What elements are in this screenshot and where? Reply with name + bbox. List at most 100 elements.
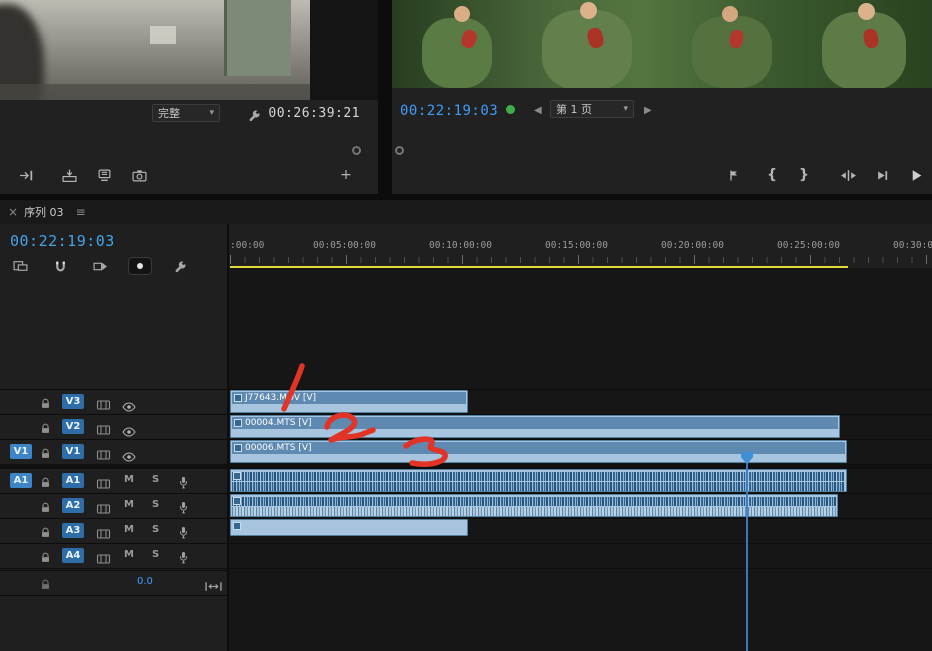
sync-lock-icon[interactable] xyxy=(96,421,111,440)
source-video-preview[interactable] xyxy=(0,0,378,100)
source-patch-badge-v1[interactable]: V1 xyxy=(10,444,32,459)
lock-icon[interactable] xyxy=(40,395,51,414)
toggle-track-output-eye-icon[interactable] xyxy=(122,447,136,466)
video-paper-detail xyxy=(150,26,176,44)
next-page-icon[interactable]: ▶ xyxy=(644,105,652,116)
lock-icon[interactable] xyxy=(40,549,51,568)
mark-out-icon[interactable]: } xyxy=(792,164,816,186)
playhead-line[interactable] xyxy=(746,456,748,651)
track-target-badge-a1[interactable]: A1 xyxy=(62,473,84,488)
timeline-settings-wrench-icon[interactable] xyxy=(168,255,192,277)
lock-icon[interactable] xyxy=(40,576,51,595)
track-header-a3: A3 M S xyxy=(0,518,227,543)
sync-lock-icon[interactable] xyxy=(96,525,111,544)
sync-lock-icon[interactable] xyxy=(96,500,111,519)
video-floor-shadow xyxy=(0,84,310,100)
track-target-badge-v2[interactable]: V2 xyxy=(62,419,84,434)
track-header-v3: V3 xyxy=(0,389,227,414)
voiceover-mic-icon[interactable] xyxy=(178,524,189,543)
solo-button[interactable]: S xyxy=(152,499,159,510)
fx-badge-icon xyxy=(234,394,242,402)
program-video-preview[interactable] xyxy=(392,0,932,88)
previous-page-icon[interactable]: ◀ xyxy=(534,105,542,116)
snap-magnet-icon[interactable] xyxy=(48,255,72,277)
track-target-badge-a3[interactable]: A3 xyxy=(62,523,84,538)
ruler-major-tick xyxy=(462,255,463,264)
program-zoom-scrollbar-handle[interactable] xyxy=(395,146,404,155)
source-toolbar: + xyxy=(0,160,378,190)
mark-in-icon[interactable]: { xyxy=(760,164,784,186)
fit-to-window-icon[interactable] xyxy=(205,577,222,596)
solo-button[interactable]: S xyxy=(152,474,159,485)
voiceover-mic-icon[interactable] xyxy=(178,549,189,568)
overwrite-icon[interactable] xyxy=(57,164,81,186)
clip-a3-audio[interactable] xyxy=(230,519,468,536)
fx-badge-icon xyxy=(233,522,241,530)
video-board-detail xyxy=(224,0,291,76)
clip-v2[interactable]: 00004.MTS [V] xyxy=(230,415,840,438)
row-divider xyxy=(0,568,932,569)
ruler-label: 00:15:00:00 xyxy=(545,240,608,251)
nest-toggle-icon[interactable] xyxy=(8,255,32,277)
sync-lock-icon[interactable] xyxy=(96,475,111,494)
voiceover-mic-icon[interactable] xyxy=(178,499,189,518)
timeline-tab-bar: × 序列 03 ≡ xyxy=(0,200,932,225)
sync-lock-icon[interactable] xyxy=(96,396,111,415)
source-timecode: 00:26:39:21 xyxy=(268,106,360,121)
lock-icon[interactable] xyxy=(40,474,51,493)
page-dropdown[interactable]: 第 1 页 ▾ xyxy=(550,100,634,118)
ruler-label: 00:20:00:00 xyxy=(661,240,724,251)
solo-button[interactable]: S xyxy=(152,549,159,560)
go-to-in-icon[interactable] xyxy=(836,164,860,186)
step-back-icon[interactable] xyxy=(870,164,894,186)
play-icon[interactable] xyxy=(904,164,928,186)
sync-lock-icon[interactable] xyxy=(96,550,111,569)
track-height-value[interactable]: 0.0 xyxy=(137,576,153,587)
add-marker-flag-icon[interactable] xyxy=(722,164,746,186)
track-target-badge-v3[interactable]: V3 xyxy=(62,394,84,409)
lock-icon[interactable] xyxy=(40,524,51,543)
video-face xyxy=(454,6,470,22)
mute-button[interactable]: M xyxy=(124,549,134,560)
export-settings-icon[interactable] xyxy=(92,164,116,186)
clip-v3[interactable]: J77643.MOV [V] xyxy=(230,390,468,413)
ruler-label: :00:00 xyxy=(230,240,264,251)
sync-lock-icon[interactable] xyxy=(96,446,111,465)
mute-button[interactable]: M xyxy=(124,499,134,510)
ruler-major-tick xyxy=(578,255,579,264)
add-button-icon[interactable]: + xyxy=(334,164,358,186)
export-frame-camera-icon[interactable] xyxy=(127,164,151,186)
ruler-major-tick xyxy=(230,255,231,264)
ruler-label: 00:25:00:00 xyxy=(777,240,840,251)
timeline-ruler[interactable]: :00:00 00:05:00:00 00:10:00:00 00:15:00:… xyxy=(229,224,932,268)
clip-a1-audio[interactable] xyxy=(230,469,847,492)
close-tab-icon[interactable]: × xyxy=(8,205,18,219)
track-target-badge-v1[interactable]: V1 xyxy=(62,444,84,459)
insert-icon[interactable] xyxy=(14,164,38,186)
program-timecode: 00:22:19:03 xyxy=(400,103,498,119)
lock-icon[interactable] xyxy=(40,420,51,439)
track-header-a4: A4 M S xyxy=(0,543,227,568)
add-marker-button[interactable] xyxy=(128,257,152,275)
source-settings-wrench-icon[interactable] xyxy=(242,104,266,126)
panel-menu-icon[interactable]: ≡ xyxy=(76,205,86,219)
track-target-badge-a4[interactable]: A4 xyxy=(62,548,84,563)
timeline-timecode[interactable]: 00:22:19:03 xyxy=(10,232,115,250)
source-zoom-scrollbar-handle[interactable] xyxy=(352,146,361,155)
lock-icon[interactable] xyxy=(40,445,51,464)
timeline-tab-title[interactable]: 序列 03 xyxy=(24,204,64,220)
mute-button[interactable]: M xyxy=(124,524,134,535)
ruler-major-tick xyxy=(926,255,927,264)
track-header-v2: V2 xyxy=(0,414,227,439)
track-target-badge-a2[interactable]: A2 xyxy=(62,498,84,513)
lock-icon[interactable] xyxy=(40,499,51,518)
source-zoom-dropdown[interactable]: 完整 ▾ xyxy=(152,104,220,122)
ruler-major-tick xyxy=(694,255,695,264)
clip-v1[interactable]: 00006.MTS [V] xyxy=(230,440,847,463)
source-patch-badge-a1[interactable]: A1 xyxy=(10,473,32,488)
linked-selection-icon[interactable] xyxy=(88,255,112,277)
clip-label-bar: 00004.MTS [V] xyxy=(232,417,838,429)
mute-button[interactable]: M xyxy=(124,474,134,485)
solo-button[interactable]: S xyxy=(152,524,159,535)
voiceover-mic-icon[interactable] xyxy=(178,474,189,493)
